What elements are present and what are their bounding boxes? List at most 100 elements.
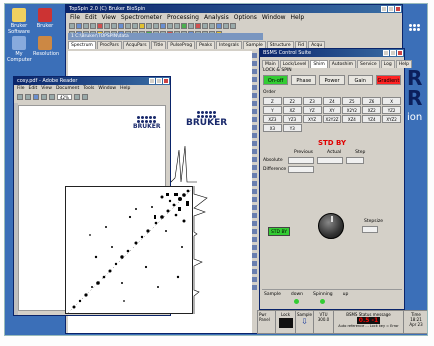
shim-button[interactable]: YZ2 [382, 106, 401, 114]
tool-icon[interactable] [195, 23, 201, 29]
menu-file[interactable]: File [70, 13, 80, 22]
tool-icon[interactable] [252, 93, 257, 98]
menu-processing[interactable]: Processing [167, 13, 199, 22]
stepsize-field[interactable] [362, 226, 378, 233]
stdby-button[interactable]: STD BY [268, 227, 290, 236]
zoom-in-icon[interactable] [81, 93, 88, 100]
topspin-titlebar[interactable]: TopSpin 2.0 (C) Bruker BioSpin [66, 5, 402, 13]
zoom-out-icon[interactable] [73, 93, 80, 100]
tool-icon[interactable] [188, 23, 194, 29]
tool-icon[interactable] [252, 157, 257, 162]
tool-icon[interactable] [252, 277, 257, 282]
shim-button[interactable]: X [382, 97, 401, 105]
tool-icon[interactable] [252, 189, 257, 194]
vtu-cell[interactable]: VTU 300.0 [314, 311, 334, 333]
tool-icon[interactable] [252, 149, 257, 154]
tool-icon[interactable] [252, 61, 257, 66]
step-value-field[interactable] [346, 157, 364, 164]
shim-button[interactable]: Z [263, 97, 282, 105]
save-icon[interactable] [17, 93, 23, 100]
minimize-button[interactable] [381, 6, 387, 12]
tool-icon[interactable] [160, 23, 166, 29]
tab-log[interactable]: Log [380, 60, 395, 68]
desktop-icon-resolution[interactable]: Resolution [33, 36, 59, 57]
tool-icon[interactable] [252, 237, 257, 242]
tab-acqupars[interactable]: AcquPars [122, 41, 150, 49]
sample-down-section[interactable]: down [291, 292, 303, 305]
shim-button[interactable]: Z4 [322, 97, 342, 105]
select-tool-icon[interactable] [49, 93, 55, 100]
close-button[interactable] [395, 6, 401, 12]
acrobat-titlebar[interactable]: cosy.pdf - Adobe Reader [14, 77, 170, 85]
sample-up-section[interactable]: up [343, 292, 349, 305]
tool-icon[interactable] [104, 23, 110, 29]
minimize-button[interactable] [149, 78, 155, 84]
shim-button[interactable]: XYZ [302, 115, 322, 123]
tool-icon[interactable] [252, 133, 257, 138]
bsms-titlebar[interactable]: BSMS Control Suite [260, 49, 404, 57]
tab-procpars[interactable]: ProcPars [96, 41, 122, 49]
tool-icon[interactable] [223, 23, 229, 29]
tool-icon[interactable] [252, 253, 257, 258]
print-icon[interactable] [90, 23, 96, 29]
shim-knob[interactable] [318, 213, 344, 239]
tool-icon[interactable] [252, 181, 257, 186]
power-button[interactable]: Power [319, 75, 345, 85]
lock-onoff-button[interactable]: On-off [263, 75, 289, 85]
tool-icon[interactable] [252, 109, 257, 114]
tab-integrals[interactable]: Integrals [216, 41, 242, 49]
shim-button[interactable]: X3 [263, 124, 282, 132]
tool-icon[interactable] [252, 141, 257, 146]
tool-icon[interactable] [252, 229, 257, 234]
menu-edit[interactable]: Edit [85, 13, 97, 22]
shim-button[interactable]: X2Y2Z [322, 115, 342, 123]
tool-icon[interactable] [202, 23, 208, 29]
open-icon[interactable] [76, 23, 82, 29]
maximize-button[interactable] [156, 78, 162, 84]
tool-icon[interactable] [153, 23, 159, 29]
desktop-icon-my-computer[interactable]: My Computer [7, 36, 32, 63]
close-button[interactable] [163, 78, 169, 84]
tool-icon[interactable] [252, 197, 257, 202]
tool-icon[interactable] [139, 23, 145, 29]
menu-window[interactable]: Window [98, 85, 116, 92]
shim-button[interactable]: YZ4 [362, 115, 382, 123]
minimize-button[interactable] [383, 50, 389, 56]
maximize-button[interactable] [388, 6, 394, 12]
tool-icon[interactable] [252, 205, 257, 210]
save-icon[interactable] [83, 23, 89, 29]
tool-icon[interactable] [167, 23, 173, 29]
tool-icon[interactable] [181, 23, 187, 29]
shim-button[interactable]: XY [322, 106, 342, 114]
shim-button[interactable]: XYZ2 [382, 115, 401, 123]
tool-icon[interactable] [252, 125, 257, 130]
desktop-icon-bruker[interactable]: Bruker [33, 8, 57, 29]
tool-icon[interactable] [252, 261, 257, 266]
gain-button[interactable]: Gain [347, 75, 373, 85]
tool-icon[interactable] [252, 285, 257, 290]
hand-tool-icon[interactable] [41, 93, 47, 100]
tool-icon[interactable] [125, 23, 131, 29]
tool-icon[interactable] [230, 23, 236, 29]
tool-icon[interactable] [216, 23, 222, 29]
cosy-2d-plot[interactable] [65, 186, 193, 314]
menu-help[interactable]: Help [291, 13, 305, 22]
shim-button[interactable]: YZ3 [282, 115, 302, 123]
tool-icon[interactable] [209, 23, 215, 29]
menu-help[interactable]: Help [120, 85, 130, 92]
menu-view[interactable]: View [41, 85, 52, 92]
lock-cell[interactable]: Lock [276, 311, 296, 333]
gradient-button[interactable]: Gradient [375, 75, 402, 85]
tool-icon[interactable] [252, 85, 257, 90]
shim-button[interactable]: Z6 [362, 97, 382, 105]
shim-button[interactable]: Z5 [342, 97, 362, 105]
menu-edit[interactable]: Edit [29, 85, 38, 92]
menu-file[interactable]: File [17, 85, 25, 92]
menu-view[interactable]: View [102, 13, 116, 22]
print-icon[interactable] [25, 93, 31, 100]
tool-icon[interactable] [252, 173, 257, 178]
tool-icon[interactable] [111, 23, 117, 29]
tool-icon[interactable] [252, 101, 257, 106]
menu-options[interactable]: Options [234, 13, 257, 22]
menu-window[interactable]: Window [262, 13, 286, 22]
